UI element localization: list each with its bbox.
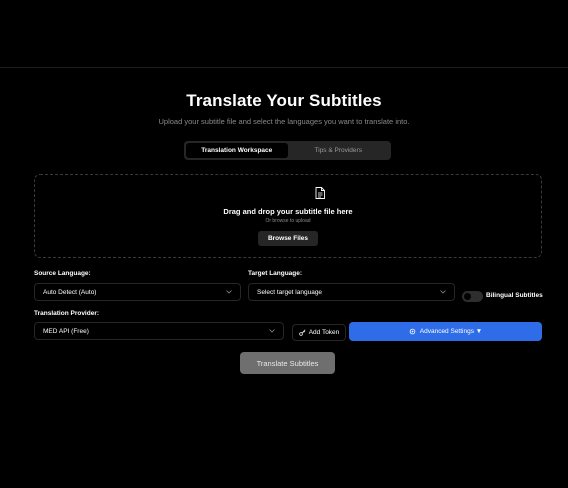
translation-provider-label: Translation Provider: <box>34 310 100 317</box>
source-language-label: Source Language: <box>34 270 91 277</box>
chevron-down-icon <box>440 289 446 295</box>
advanced-settings-button[interactable]: Advanced Settings ▼ <box>349 322 542 341</box>
chevron-down-icon <box>269 328 275 334</box>
page-title: Translate Your Subtitles <box>186 91 382 110</box>
file-dropzone[interactable]: Drag and drop your subtitle file here Or… <box>34 174 542 258</box>
browse-files-button[interactable]: Browse Files <box>258 231 318 246</box>
source-language-value: Auto Detect (Auto) <box>43 288 97 296</box>
translate-subtitles-button[interactable]: Translate Subtitles <box>240 352 335 374</box>
tab-translation-workspace[interactable]: Translation Workspace <box>186 143 288 158</box>
top-bar <box>0 0 568 68</box>
translation-provider-value: MED API (Free) <box>43 327 89 335</box>
add-token-label: Add Token <box>308 329 340 336</box>
target-language-select[interactable]: Select target language <box>248 283 455 301</box>
bilingual-toggle[interactable] <box>462 291 483 302</box>
translation-provider-select[interactable]: MED API (Free) <box>34 322 284 340</box>
chevron-down-icon <box>226 289 232 295</box>
tab-bar: Translation Workspace Tips & Providers <box>184 141 391 160</box>
target-language-label: Target Language: <box>248 270 303 277</box>
advanced-settings-label: Advanced Settings ▼ <box>419 328 483 335</box>
key-icon <box>298 329 306 336</box>
toggle-knob <box>464 293 471 300</box>
target-language-value: Select target language <box>257 288 323 296</box>
tab-tips-providers[interactable]: Tips & Providers <box>288 143 390 158</box>
source-language-select[interactable]: Auto Detect (Auto) <box>34 283 241 301</box>
add-token-button[interactable]: Add Token <box>292 324 346 341</box>
page-subtitle: Upload your subtitle file and select the… <box>158 117 410 126</box>
bilingual-label: Bilingual Subtitles <box>486 292 543 299</box>
dropzone-title: Drag and drop your subtitle file here <box>223 207 353 216</box>
gear-icon <box>409 328 416 335</box>
file-icon <box>315 187 325 199</box>
dropzone-hint[interactable]: Or browse to upload <box>35 218 541 224</box>
